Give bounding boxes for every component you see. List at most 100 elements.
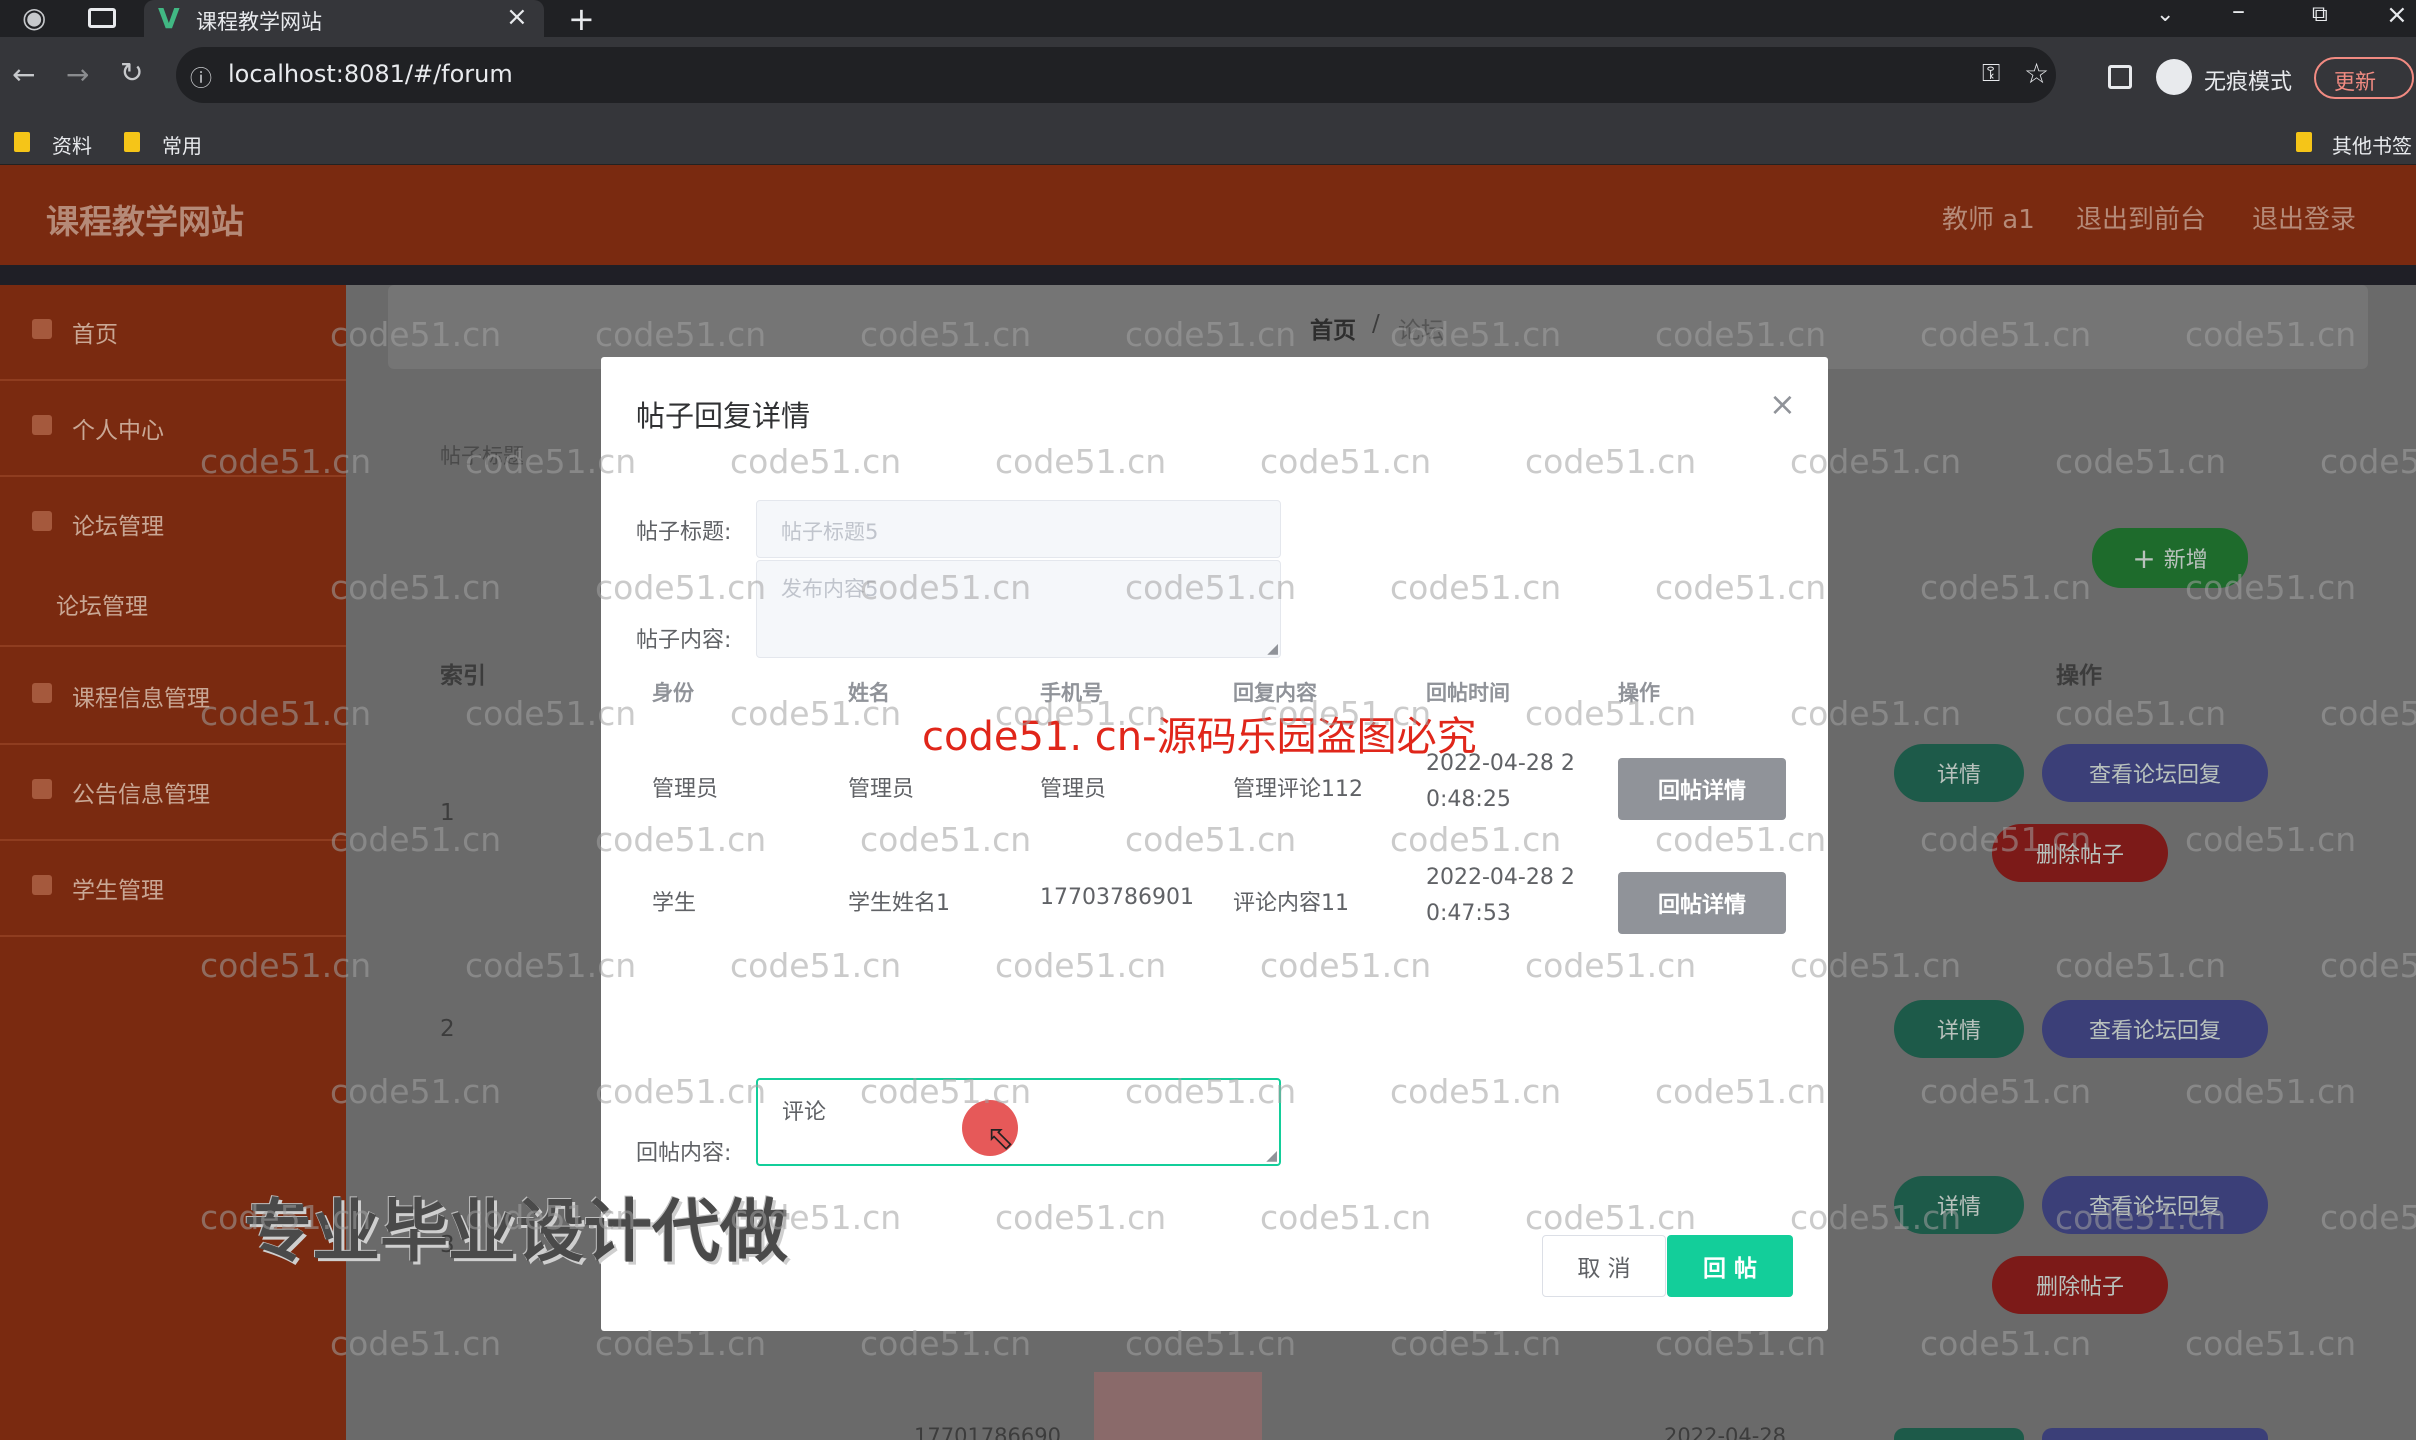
bookmark-label: 资料 bbox=[52, 134, 92, 158]
incognito-icon[interactable] bbox=[2156, 59, 2192, 95]
watermark-text: code51.cn bbox=[1790, 1198, 1962, 1237]
watermark-text: code51.cn bbox=[1920, 1072, 2092, 1111]
delete-post-button[interactable]: 删除帖子 bbox=[1992, 1256, 2168, 1314]
breadcrumb-sep: / bbox=[1372, 311, 1380, 337]
submit-label: 回 帖 bbox=[1702, 1256, 1757, 1282]
cancel-button[interactable]: 取 消 bbox=[1542, 1235, 1666, 1297]
detail-button[interactable]: 详情 bbox=[1894, 744, 2024, 802]
watermark-text: code51.cn bbox=[2185, 315, 2357, 354]
tab-list-icon[interactable]: ⌄ bbox=[2156, 2, 2174, 27]
folder-icon bbox=[124, 132, 140, 152]
address-bar: ← → ↻ ⓘ localhost:8081/#/forum ⚿ ☆ 无痕模式 … bbox=[0, 37, 2416, 119]
watermark-text: code51.cn bbox=[330, 1072, 502, 1111]
sidebar-subitem-forum[interactable]: 论坛管理 bbox=[0, 563, 346, 647]
minimize-icon[interactable]: – bbox=[2232, 0, 2245, 26]
update-button[interactable]: 更新 bbox=[2314, 57, 2414, 99]
submit-reply-button[interactable]: 回 帖 bbox=[1667, 1235, 1793, 1297]
browser-menu-icon[interactable]: ◉ bbox=[22, 4, 46, 32]
post-content-label: 帖子内容: bbox=[636, 628, 732, 653]
plus-icon: + bbox=[2132, 541, 2156, 575]
back-to-front-link[interactable]: 退出到前台 bbox=[2076, 199, 2206, 236]
watermark-text: code51.cn bbox=[1920, 1324, 2092, 1363]
sidebar-item-forum[interactable]: 论坛管理 bbox=[0, 477, 346, 573]
resize-handle-icon[interactable]: ◢ bbox=[1267, 641, 1278, 657]
tab-switch-icon[interactable] bbox=[88, 8, 116, 28]
site-info-icon[interactable]: ⓘ bbox=[190, 61, 212, 93]
incognito-label: 无痕模式 bbox=[2204, 70, 2293, 95]
watermark-text: code51.cn bbox=[1790, 694, 1962, 733]
watermark-text: code51.cn bbox=[1525, 694, 1697, 733]
view-replies-button[interactable]: 查看论坛回复 bbox=[2042, 1000, 2268, 1058]
student-icon bbox=[32, 875, 52, 895]
sidebar-item-notice[interactable]: 公告信息管理 bbox=[0, 745, 346, 841]
view-replies-label: 查看论坛回复 bbox=[2088, 763, 2221, 788]
sidebar-label: 学生管理 bbox=[72, 878, 164, 904]
watermark-text: code51.cn bbox=[1260, 442, 1432, 481]
watermark-text: code51.cn bbox=[1390, 1072, 1562, 1111]
watermark-text: code51.cn bbox=[2320, 442, 2416, 481]
reply-detail-button[interactable]: 回帖详情 bbox=[1618, 758, 1786, 820]
watermark-text: code51.cn bbox=[595, 1072, 767, 1111]
sidebar-label: 公告信息管理 bbox=[72, 782, 210, 808]
folder-icon bbox=[2296, 132, 2312, 152]
watermark-text: code51.cn bbox=[730, 1198, 902, 1237]
watermark-text: code51.cn bbox=[860, 1072, 1032, 1111]
close-icon[interactable]: × bbox=[1769, 385, 1796, 423]
key-icon[interactable]: ⚿ bbox=[1982, 59, 2000, 87]
breadcrumb-home[interactable]: 首页 bbox=[1310, 311, 1356, 345]
watermark-text: code51.cn bbox=[1125, 1072, 1297, 1111]
url-field[interactable]: ⓘ localhost:8081/#/forum ⚿ ☆ bbox=[176, 47, 2056, 103]
reply-detail-label: 回帖详情 bbox=[1657, 893, 1746, 918]
watermark-text: code51.cn bbox=[465, 442, 637, 481]
reply-textarea-value: 评论 bbox=[782, 1100, 827, 1125]
bookmarks-bar: 资料 常用 其他书签 bbox=[0, 119, 2416, 165]
user-name: 教师 a1 bbox=[1942, 205, 2035, 235]
delete-label: 删除帖子 bbox=[2035, 1275, 2124, 1300]
bookmark-label: 常用 bbox=[162, 134, 202, 158]
close-window-icon[interactable]: × bbox=[2386, 0, 2408, 30]
watermark-text: code51.cn bbox=[2185, 1072, 2357, 1111]
sidebar-item-home[interactable]: 首页 bbox=[0, 285, 346, 381]
watermark-text: code51.cn bbox=[1525, 442, 1697, 481]
home-icon bbox=[32, 319, 52, 339]
watermark-text: code51.cn bbox=[1655, 1324, 1827, 1363]
col-operation: 操作 bbox=[2056, 663, 2102, 689]
cell-role: 管理员 bbox=[652, 777, 719, 802]
sidebar-label: 首页 bbox=[72, 322, 118, 348]
new-tab-icon[interactable]: + bbox=[568, 0, 595, 38]
watermark-text: code51.cn bbox=[860, 1324, 1032, 1363]
browser-tab[interactable]: V 课程教学网站 × bbox=[144, 0, 544, 37]
reply-detail-button[interactable]: 回帖详情 bbox=[1618, 872, 1786, 934]
forward-icon[interactable]: → bbox=[66, 61, 89, 89]
watermark-text: code51.cn bbox=[2320, 694, 2416, 733]
watermark-text: code51.cn bbox=[1260, 946, 1432, 985]
resize-handle-icon[interactable]: ◢ bbox=[1266, 1148, 1277, 1164]
url-text: localhost:8081/#/forum bbox=[228, 60, 513, 88]
th-time: 回帖时间 bbox=[1426, 681, 1510, 705]
detail-button[interactable]: 详情 bbox=[1894, 1000, 2024, 1058]
update-label: 更新 bbox=[2334, 70, 2376, 94]
logout-link[interactable]: 退出登录 bbox=[2252, 199, 2356, 236]
cell-phone: 17703786901 bbox=[1040, 885, 1194, 910]
watermark-text: code51.cn bbox=[2185, 820, 2357, 859]
tab-close-icon[interactable]: × bbox=[506, 2, 528, 32]
watermark-text: code51.cn bbox=[995, 442, 1167, 481]
sidebar-item-student[interactable]: 学生管理 bbox=[0, 841, 346, 937]
reload-icon[interactable]: ↻ bbox=[120, 59, 143, 87]
sidebar-toggle-icon[interactable] bbox=[2108, 65, 2132, 89]
back-icon[interactable]: ← bbox=[12, 61, 35, 89]
watermark-text: code51.cn bbox=[995, 1198, 1167, 1237]
watermark-text: code51.cn bbox=[595, 315, 767, 354]
watermark-text: code51.cn bbox=[2055, 694, 2227, 733]
reply-detail-label: 回帖详情 bbox=[1657, 779, 1746, 804]
view-replies-button[interactable]: 查看论坛回复 bbox=[2042, 744, 2268, 802]
watermark-text: code51.cn bbox=[730, 442, 902, 481]
watermark-text: code51.cn bbox=[465, 694, 637, 733]
notice-icon bbox=[32, 779, 52, 799]
post-title-placeholder: 帖子标题5 bbox=[781, 520, 879, 544]
sidebar-label: 论坛管理 bbox=[56, 594, 148, 620]
watermark-text: code51.cn bbox=[595, 568, 767, 607]
restore-icon[interactable]: ⧉ bbox=[2312, 2, 2328, 27]
bookmark-star-icon[interactable]: ☆ bbox=[2024, 57, 2049, 90]
watermark-text: code51.cn bbox=[330, 568, 502, 607]
